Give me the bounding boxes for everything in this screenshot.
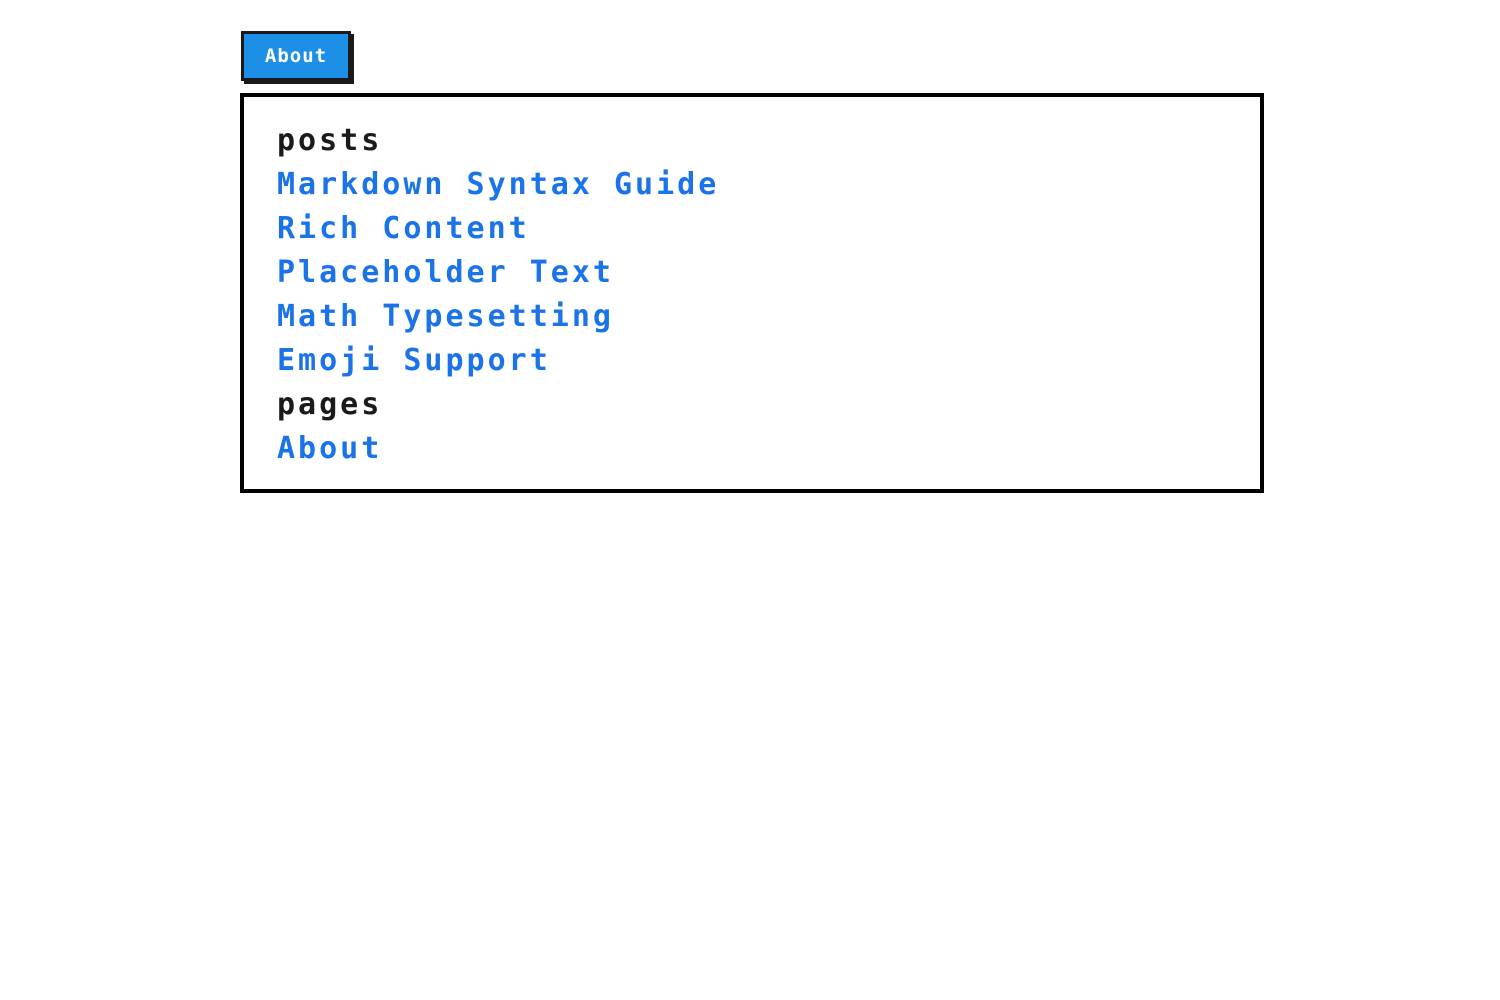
- list-item: Math Typesetting: [277, 295, 1260, 339]
- list-item: Rich Content: [277, 207, 1260, 251]
- list-item: Emoji Support: [277, 339, 1260, 383]
- section-heading-pages: pages: [277, 387, 383, 422]
- section-heading-posts: posts: [277, 123, 383, 158]
- navigation-panel: posts Markdown Syntax Guide Rich Content…: [240, 93, 1264, 493]
- about-button[interactable]: About: [241, 31, 351, 81]
- post-link-emoji-support[interactable]: Emoji Support: [277, 339, 1260, 383]
- post-link-markdown-syntax-guide[interactable]: Markdown Syntax Guide: [277, 163, 1260, 207]
- post-link-rich-content[interactable]: Rich Content: [277, 207, 1260, 251]
- list-item: Placeholder Text: [277, 251, 1260, 295]
- posts-list: Markdown Syntax Guide Rich Content Place…: [277, 163, 1260, 383]
- list-item: Markdown Syntax Guide: [277, 163, 1260, 207]
- page-link-about[interactable]: About: [277, 427, 1260, 471]
- list-item: About: [277, 427, 1260, 471]
- post-link-math-typesetting[interactable]: Math Typesetting: [277, 295, 1260, 339]
- pages-list: About: [277, 427, 1260, 471]
- page: About posts Markdown Syntax Guide Rich C…: [0, 0, 1500, 1000]
- post-link-placeholder-text[interactable]: Placeholder Text: [277, 251, 1260, 295]
